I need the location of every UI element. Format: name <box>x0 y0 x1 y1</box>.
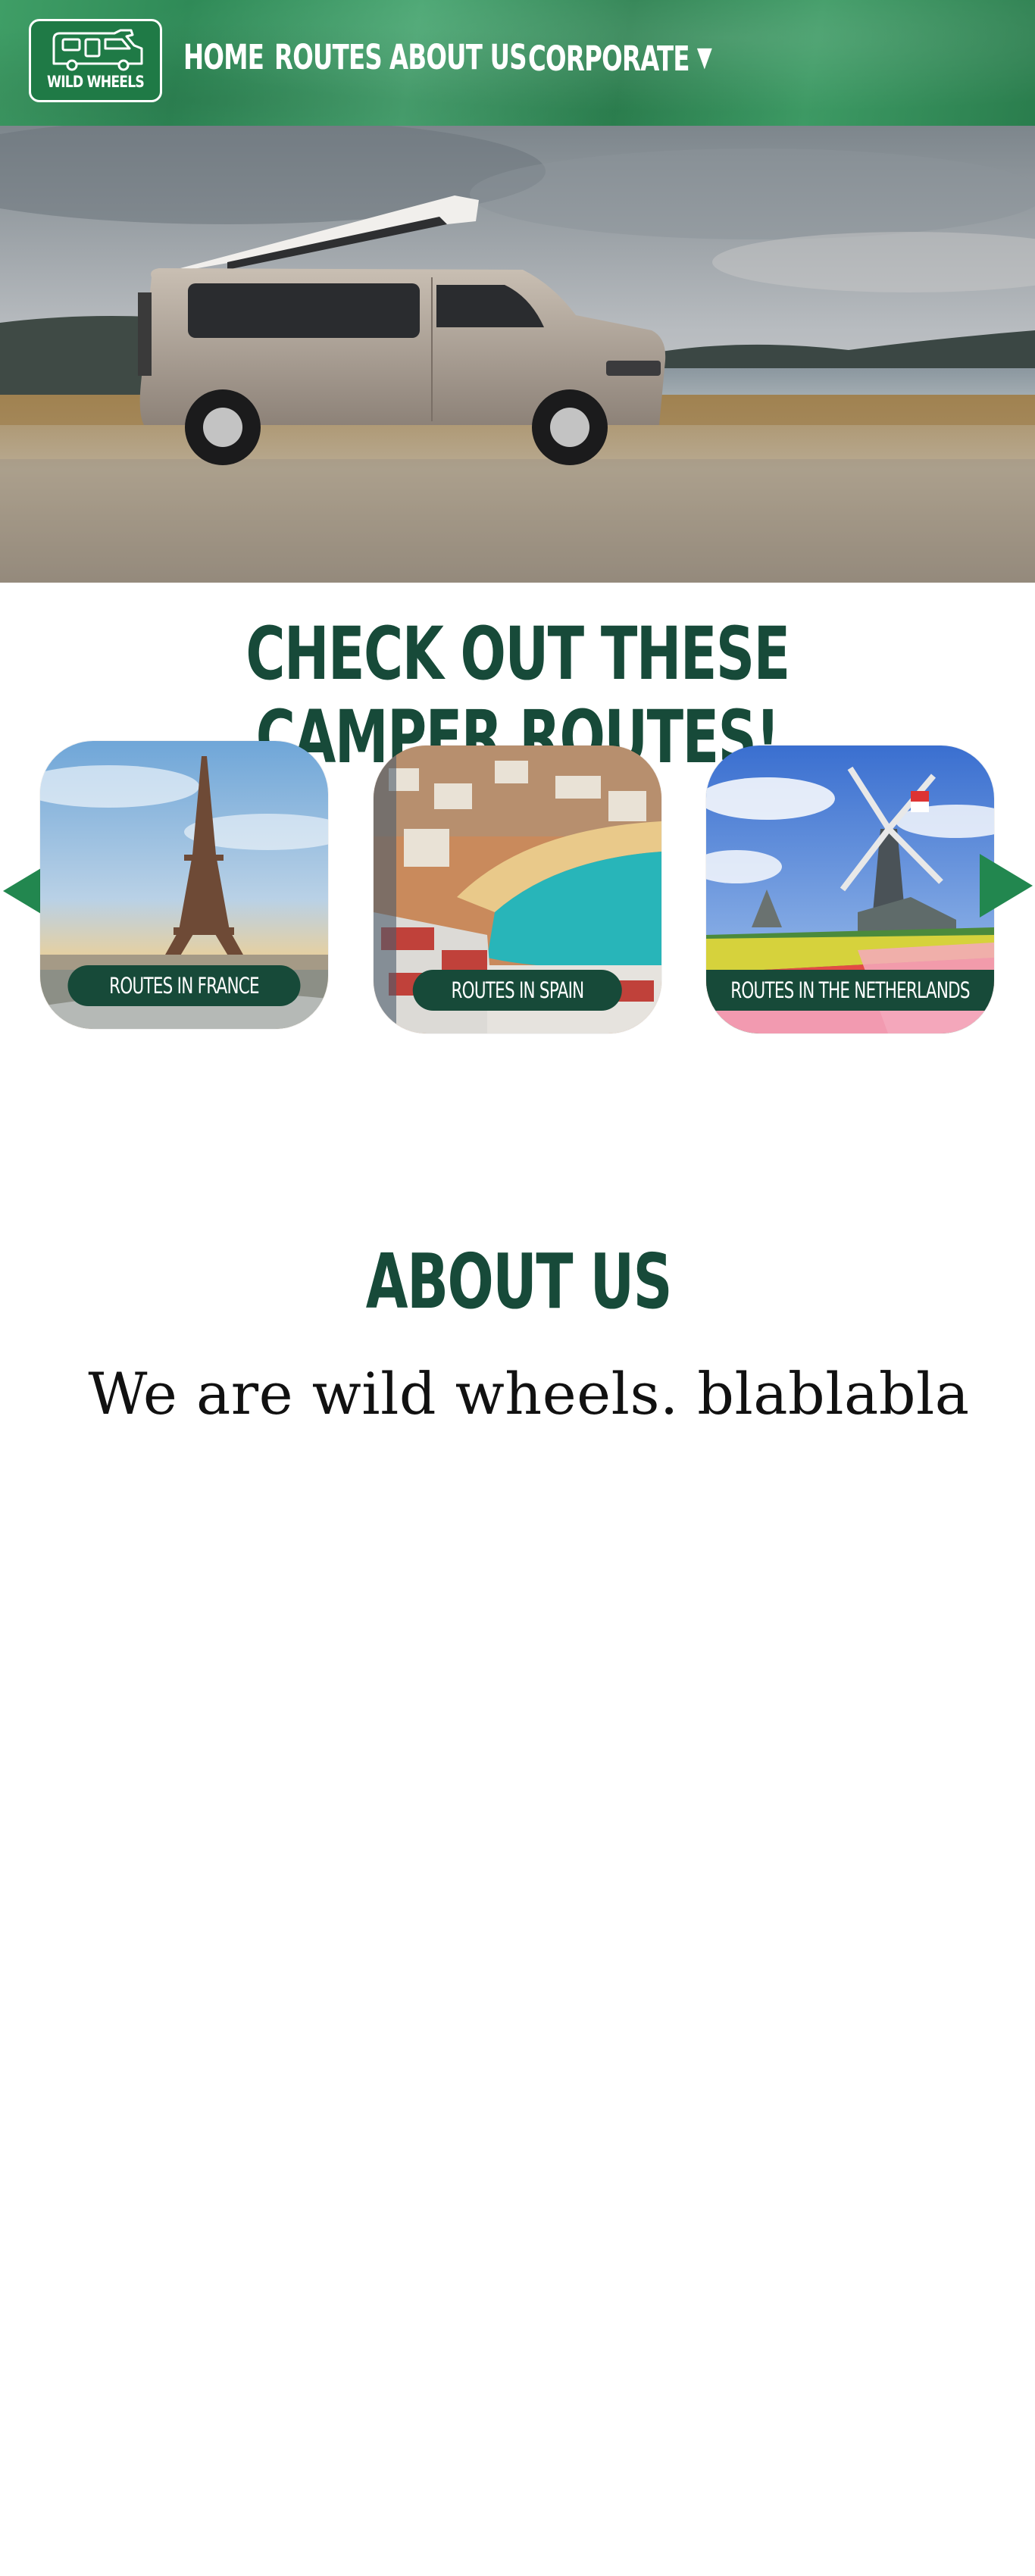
carousel-next-button[interactable] <box>980 854 1033 921</box>
logo-text: WILD WHEELS <box>47 73 145 91</box>
route-card-spain[interactable]: ROUTES IN SPAIN <box>374 746 661 1033</box>
route-card-label: ROUTES IN THE NETHERLANDS <box>706 970 994 1011</box>
top-navigation-bar: WILD WHEELS HOME ROUTES ABOUT US CORPORA… <box>0 0 1035 126</box>
route-card-netherlands[interactable]: ROUTES IN THE NETHERLANDS <box>706 746 994 1033</box>
camper-van-icon <box>52 29 143 71</box>
route-card-france[interactable]: ROUTES IN FRANCE <box>40 741 328 1029</box>
nav-corporate[interactable]: CORPORATE ▼ <box>528 35 712 82</box>
wild-wheels-logo[interactable]: WILD WHEELS <box>29 19 162 102</box>
route-card-label: ROUTES IN SPAIN <box>412 970 623 1011</box>
nav-about-us[interactable]: ABOUT US <box>389 35 527 82</box>
arrow-right-icon <box>980 854 1033 918</box>
nav-home[interactable]: HOME <box>183 35 264 82</box>
main-menu: HOME ROUTES ABOUT US CORPORATE ▼ <box>183 35 712 82</box>
nav-routes[interactable]: ROUTES <box>274 35 383 82</box>
caret-down-icon: ▼ <box>696 42 712 73</box>
nav-corporate-label: CORPORATE <box>528 39 690 79</box>
about-description: We are wild wheels. blablabla <box>88 1360 970 1427</box>
route-card-label: ROUTES IN FRANCE <box>67 965 301 1006</box>
hero-image-camper-van <box>0 126 1035 583</box>
about-section-title: ABOUT US <box>365 1237 673 1326</box>
